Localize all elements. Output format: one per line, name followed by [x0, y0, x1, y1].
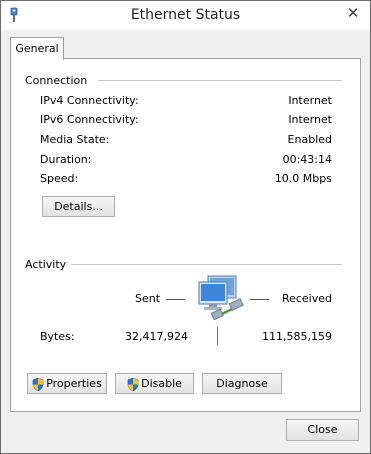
media-state-label: Media State:	[40, 133, 110, 146]
media-state-value: Enabled	[287, 133, 332, 146]
activity-heading: Activity	[25, 258, 67, 271]
connection-divider	[98, 80, 342, 81]
window-title: Ethernet Status	[130, 7, 241, 23]
speed-value: 10.0 Mbps	[274, 172, 332, 185]
details-button[interactable]: Details...	[42, 196, 115, 217]
uac-shield-icon	[32, 377, 44, 391]
properties-button[interactable]: Properties	[27, 373, 107, 394]
disable-button[interactable]: Disable	[115, 373, 194, 394]
ipv4-connectivity-label: IPv4 Connectivity:	[40, 94, 139, 107]
diagnose-button[interactable]: Diagnose	[202, 373, 282, 394]
ipv6-connectivity-label: IPv6 Connectivity:	[40, 113, 139, 126]
received-label: Received	[281, 292, 332, 305]
sent-label: Sent	[135, 292, 161, 305]
close-button[interactable]: Close	[286, 419, 359, 441]
bytes-sent-value: 32,417,924	[125, 330, 188, 343]
duration-value: 00:43:14	[282, 153, 332, 166]
bytes-separator	[217, 327, 218, 345]
tab-general[interactable]: General	[10, 37, 64, 60]
ipv6-connectivity-value: Internet	[288, 113, 332, 126]
bytes-label: Bytes:	[40, 330, 75, 343]
properties-button-label: Properties	[46, 377, 102, 390]
bytes-received-value: 111,585,159	[262, 330, 332, 343]
close-window-button[interactable]: ✕	[340, 3, 366, 23]
title-bar: Ethernet Status ✕	[1, 1, 370, 30]
network-computers-icon	[198, 275, 244, 321]
ipv4-connectivity-value: Internet	[288, 94, 332, 107]
duration-label: Duration:	[40, 153, 92, 166]
ethernet-status-dialog: Ethernet Status ✕ General Connection IPv…	[0, 0, 371, 454]
sent-connector-line	[166, 299, 185, 300]
disable-button-label: Disable	[141, 377, 182, 390]
general-tab-panel: Connection IPv4 Connectivity: Internet I…	[10, 58, 361, 412]
activity-divider	[71, 264, 342, 265]
connection-heading: Connection	[25, 74, 88, 87]
speed-label: Speed:	[40, 172, 79, 185]
received-connector-line	[250, 299, 269, 300]
uac-shield-icon	[127, 377, 139, 391]
